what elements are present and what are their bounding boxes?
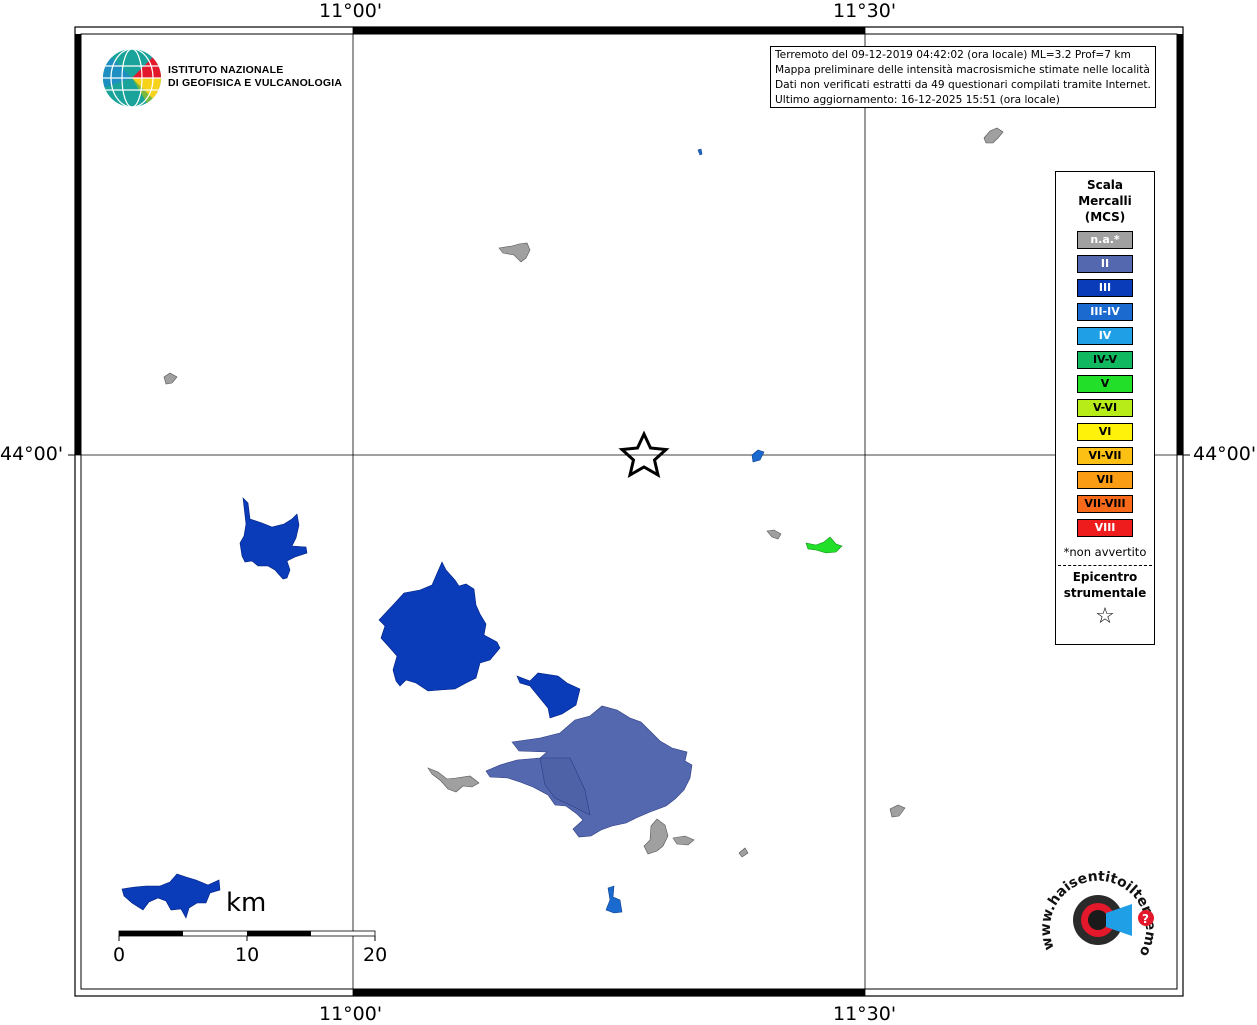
municipality-area — [983, 127, 1004, 144]
legend-item: II — [1077, 255, 1133, 273]
map-frame — [74, 26, 1184, 997]
municipality-area — [697, 148, 703, 156]
scale-bar-seg — [119, 931, 183, 936]
legend-item: IV — [1077, 327, 1133, 345]
legend-title-line1: Scala — [1086, 178, 1124, 192]
municipality-area — [498, 242, 531, 263]
legend-star-icon: ☆ — [1095, 604, 1115, 629]
legend-item: VI — [1077, 423, 1133, 441]
municipality-area — [163, 372, 178, 385]
legend-epicenter-line1: Epicentro — [1072, 570, 1138, 584]
earthquake-info-box: Terremoto del 09-12-2019 04:42:02 (ora l… — [770, 46, 1156, 108]
institute-name: ISTITUTO NAZIONALE DI GEOFISICA E VULCAN… — [168, 64, 342, 90]
lon-label-bottom-11-00: 11°00' — [319, 1003, 383, 1025]
municipality-area — [485, 705, 693, 838]
area-V — [805, 536, 843, 554]
legend-item: III — [1077, 279, 1133, 297]
logo-center — [1088, 910, 1108, 930]
municipality-area — [738, 847, 749, 858]
municipality-area — [427, 767, 480, 793]
scale-tick-label-20: 20 — [363, 944, 388, 966]
lon-label-top-11-00: 11°00' — [319, 0, 383, 22]
mcs-legend: Scala Mercalli (MCS) n.a.* II III III-IV IV I… — [1055, 171, 1155, 645]
legend-items: n.a.* II III III-IV IV IV-V V V-VI VI VI-VII VII VI… — [1056, 231, 1154, 537]
ingv-globe-icon — [103, 49, 161, 107]
lat-label-left: 44°00' — [0, 443, 64, 465]
legend-epicenter-label: Epicentro strumentale — [1056, 569, 1154, 601]
question-mark: ? — [1142, 912, 1149, 926]
legend-title: Scala Mercalli (MCS) — [1056, 177, 1154, 225]
lat-label-right: 44°00' — [1193, 443, 1257, 465]
municipality-area — [766, 529, 782, 540]
legend-epicenter-line2: strumentale — [1063, 586, 1147, 600]
municipality-area — [805, 536, 843, 554]
legend-title-line3: (MCS) — [1084, 210, 1126, 224]
legend-item: VII — [1077, 471, 1133, 489]
legend-item: VIII — [1077, 519, 1133, 537]
frame-bar-left — [75, 34, 81, 455]
legend-note: *non avvertito — [1063, 545, 1147, 559]
municipality-area — [378, 561, 501, 692]
legend-item: IV-V — [1077, 351, 1133, 369]
institute-name-line1: ISTITUTO NAZIONALE — [168, 64, 284, 76]
info-line-data-note: Dati non verificati estratti da 49 quest… — [775, 79, 1151, 91]
municipality-area — [239, 497, 308, 580]
scale-tick-label-10: 10 — [235, 944, 260, 966]
frame-bar-bottom — [353, 989, 865, 996]
municipality-area — [121, 873, 221, 919]
scale-bar — [118, 930, 376, 941]
scale-bar-unit: km — [226, 888, 267, 918]
legend-item: n.a.* — [1077, 231, 1133, 249]
legend-separator — [1058, 565, 1152, 566]
info-line-updated: Ultimo aggiornamento: 16-12-2025 15:51 (… — [775, 94, 1060, 106]
scale-bar-seg — [247, 931, 311, 936]
municipality-area — [751, 449, 765, 463]
institute-name-line2: DI GEOFISICA E VULCANOLOGIA — [168, 77, 343, 89]
municipality-area — [605, 885, 623, 914]
legend-item: V — [1077, 375, 1133, 393]
municipality-area — [643, 818, 669, 855]
epicenter-star — [618, 430, 670, 479]
legend-item: VI-VII — [1077, 447, 1133, 465]
scale-tick-label-0: 0 — [113, 944, 126, 966]
legend-item: V-VI — [1077, 399, 1133, 417]
legend-item: III-IV — [1077, 303, 1133, 321]
municipality-area — [516, 672, 581, 719]
info-line-event: Terremoto del 09-12-2019 04:42:02 (ora l… — [775, 49, 1131, 61]
municipality-area — [672, 835, 695, 846]
municipality-area — [889, 804, 906, 818]
legend-title-line2: Mercalli — [1078, 194, 1132, 208]
frame-bar-top — [353, 27, 865, 34]
frame-bar-right — [1177, 34, 1183, 455]
lon-label-top-11-30: 11°30' — [833, 0, 897, 22]
lon-label-bottom-11-30: 11°30' — [833, 1003, 897, 1025]
legend-item: VII-VIII — [1077, 495, 1133, 513]
info-line-description: Mappa preliminare delle intensità macros… — [775, 64, 1150, 76]
haisentito-logo-icon: www.haisentitoilterremoto.it ? — [1040, 860, 1158, 959]
area-II — [485, 705, 693, 838]
area-III — [121, 497, 581, 919]
